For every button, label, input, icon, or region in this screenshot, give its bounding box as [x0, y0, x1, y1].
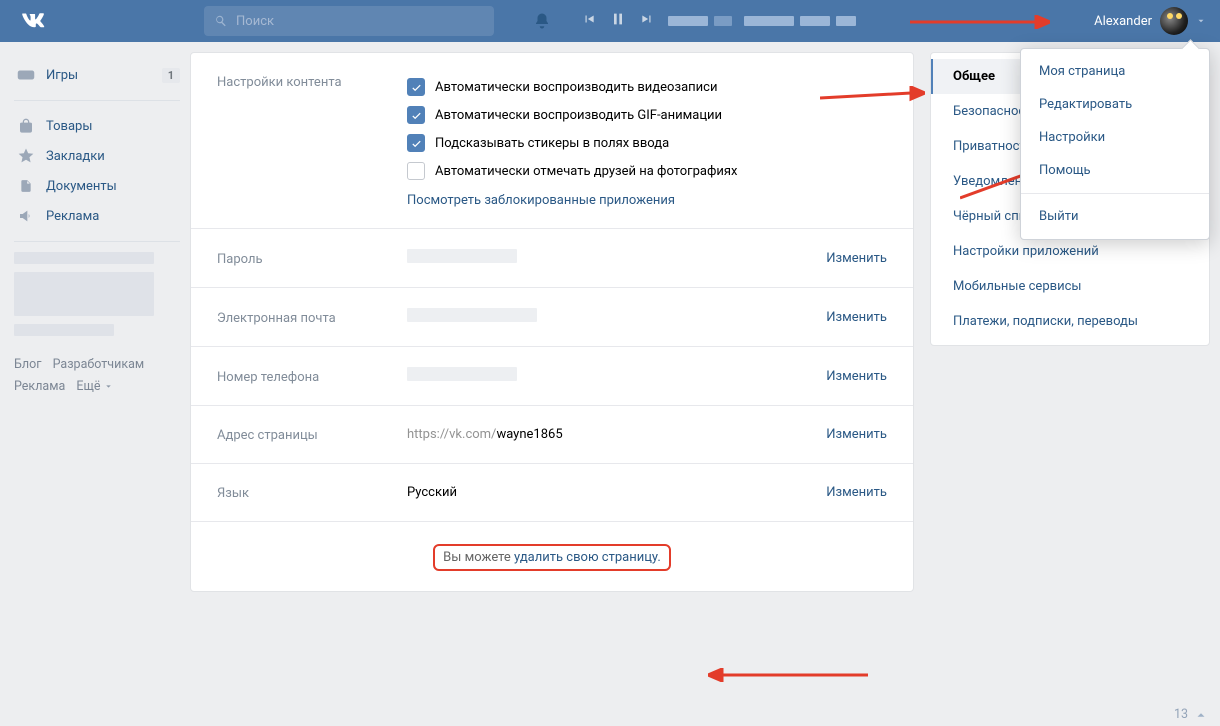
checkbox-label: Подсказывать стикеры в полях ввода	[435, 136, 669, 151]
sidebar-label: Документы	[46, 179, 117, 194]
password-value	[407, 249, 517, 263]
tab-payments[interactable]: Платежи, подписки, переводы	[931, 304, 1209, 339]
checkbox-label: Автоматически воспроизводить видеозаписи	[435, 80, 717, 95]
chat-count: 13	[1174, 707, 1188, 722]
sidebar-item-ads[interactable]: Реклама	[10, 201, 190, 231]
user-dropdown: Моя страница Редактировать Настройки Пом…	[1020, 48, 1210, 240]
checkbox-icon	[407, 106, 425, 124]
check-autotag-friends[interactable]: Автоматически отмечать друзей на фотогра…	[407, 157, 887, 185]
top-header: Поиск Alexander	[0, 0, 1220, 42]
footer-blog[interactable]: Блог	[14, 357, 41, 372]
checkbox-icon	[407, 162, 425, 180]
search-input[interactable]: Поиск	[204, 6, 494, 36]
email-change-link[interactable]: Изменить	[826, 310, 887, 325]
sidebar-item-documents[interactable]: Документы	[10, 171, 190, 201]
phone-label: Номер телефона	[217, 368, 387, 385]
settings-panel: Настройки контента Автоматически воспрои…	[190, 52, 914, 592]
sidebar-label: Игры	[46, 68, 78, 83]
delete-page-link[interactable]: удалить свою страницу.	[514, 550, 661, 565]
chevron-up-icon	[1194, 708, 1208, 722]
vk-logo[interactable]	[12, 0, 54, 42]
page-address-value: https://vk.com/wayne1865	[407, 427, 806, 442]
password-label: Пароль	[217, 250, 387, 267]
dropdown-logout[interactable]: Выйти	[1021, 200, 1209, 233]
doc-icon	[16, 176, 36, 196]
footer-dev[interactable]: Разработчикам	[53, 357, 145, 372]
blocked-apps-link[interactable]: Посмотреть заблокированные приложения	[407, 193, 675, 208]
sidebar-label: Реклама	[46, 209, 99, 224]
bag-icon	[16, 116, 36, 136]
chevron-down-icon	[1196, 16, 1206, 26]
dropdown-edit[interactable]: Редактировать	[1021, 88, 1209, 121]
chat-corner-indicator[interactable]: 13	[1174, 707, 1208, 722]
dropdown-my-page[interactable]: Моя страница	[1021, 55, 1209, 88]
gamepad-icon	[16, 65, 36, 85]
audio-player-controls	[582, 11, 654, 31]
checkbox-icon	[407, 78, 425, 96]
check-autoplay-gif[interactable]: Автоматически воспроизводить GIF-анимаци…	[407, 101, 887, 129]
footer-ad[interactable]: Реклама	[14, 379, 65, 394]
phone-value	[407, 367, 517, 381]
check-autoplay-video[interactable]: Автоматически воспроизводить видеозаписи	[407, 73, 887, 101]
player-track-info[interactable]	[668, 16, 856, 26]
sidebar-label: Товары	[46, 119, 92, 134]
language-label: Язык	[217, 484, 387, 501]
delete-prefix: Вы можете	[443, 550, 514, 565]
player-prev-button[interactable]	[582, 12, 596, 30]
check-suggest-stickers[interactable]: Подсказывать стикеры в полях ввода	[407, 129, 887, 157]
sidebar-item-bookmarks[interactable]: Закладки	[10, 141, 190, 171]
address-change-link[interactable]: Изменить	[826, 427, 887, 442]
footer-links: Блог Разработчикам Реклама Ещё	[14, 354, 190, 398]
dropdown-settings[interactable]: Настройки	[1021, 121, 1209, 154]
sidebar-item-market[interactable]: Товары	[10, 111, 190, 141]
tab-mobile[interactable]: Мобильные сервисы	[931, 269, 1209, 304]
email-value	[407, 308, 537, 322]
avatar	[1160, 7, 1188, 35]
email-label: Электронная почта	[217, 309, 387, 326]
checkbox-label: Автоматически воспроизводить GIF-анимаци…	[435, 108, 722, 123]
checkbox-label: Автоматически отмечать друзей на фотогра…	[435, 164, 737, 179]
sidebar-badge: 1	[162, 68, 180, 83]
language-value: Русский	[407, 485, 806, 500]
user-name: Alexander	[1094, 14, 1152, 29]
content-settings-label: Настройки контента	[217, 73, 387, 90]
search-placeholder: Поиск	[236, 14, 274, 29]
delete-page-row: Вы можете удалить свою страницу.	[191, 522, 913, 571]
megaphone-icon	[16, 206, 36, 226]
sidebar-label: Закладки	[46, 149, 105, 164]
dropdown-help[interactable]: Помощь	[1021, 154, 1209, 187]
player-next-button[interactable]	[640, 12, 654, 30]
left-sidebar: Игры 1 Товары Закладки Документы Реклама…	[0, 52, 190, 592]
sidebar-item-games[interactable]: Игры 1	[10, 60, 190, 90]
annotation-arrow-4	[708, 668, 868, 686]
phone-change-link[interactable]: Изменить	[826, 369, 887, 384]
address-label: Адрес страницы	[217, 426, 387, 443]
password-change-link[interactable]: Изменить	[826, 251, 887, 266]
player-pause-button[interactable]	[610, 11, 626, 31]
notifications-button[interactable]	[522, 0, 562, 42]
user-menu-button[interactable]: Alexander	[1084, 0, 1220, 42]
star-icon	[16, 146, 36, 166]
language-change-link[interactable]: Изменить	[826, 485, 887, 500]
footer-more[interactable]: Ещё	[76, 379, 112, 394]
checkbox-icon	[407, 134, 425, 152]
dropdown-separator	[1021, 193, 1209, 194]
sidebar-ad-block	[14, 252, 190, 336]
